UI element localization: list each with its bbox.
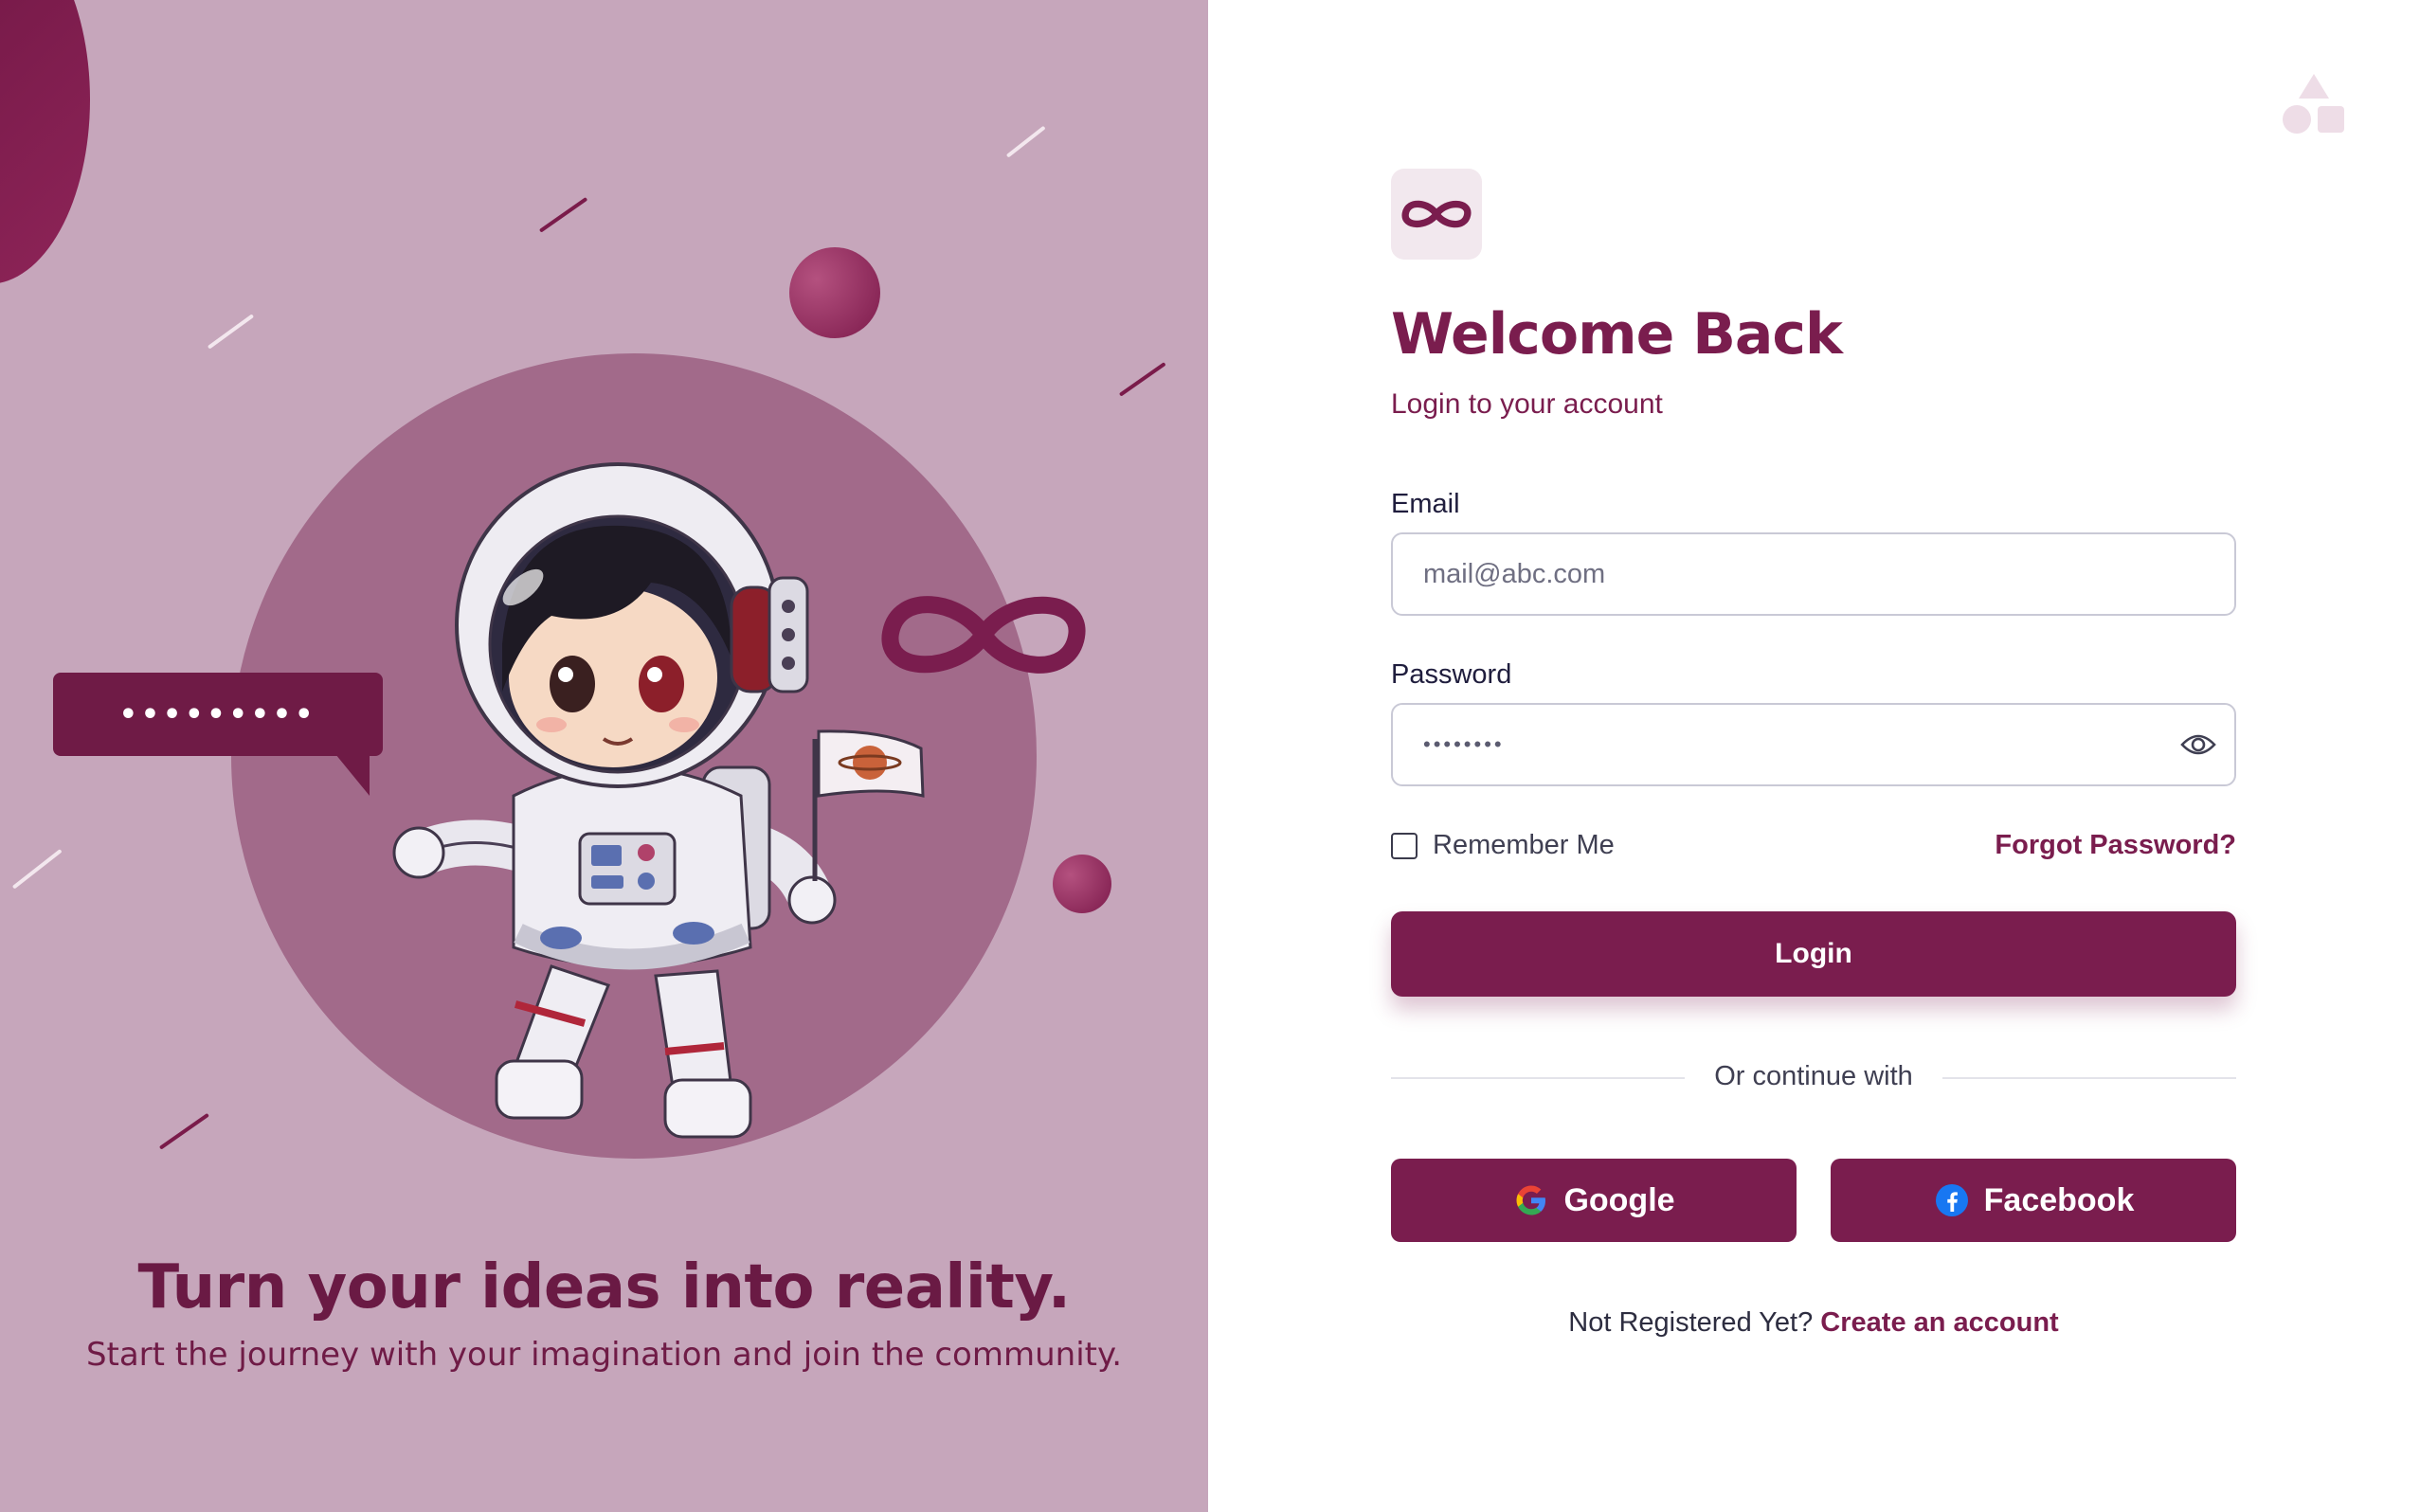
shapes-icon <box>2283 74 2344 134</box>
remember-me[interactable]: Remember Me <box>1391 830 1615 861</box>
facebook-icon <box>1935 1184 1968 1216</box>
register-row: Not Registered Yet? Create an account <box>1391 1307 2236 1339</box>
decor-planet-dot <box>789 247 880 338</box>
remember-checkbox[interactable] <box>1391 832 1418 859</box>
password-field[interactable]: •••••••• <box>1391 703 2236 786</box>
decor-corner-blob <box>0 0 90 284</box>
forgot-password-link[interactable]: Forgot Password? <box>1995 830 2236 861</box>
decor-streak <box>538 196 588 233</box>
hero-panel: ••••••••• Turn your ideas into reality. … <box>0 0 1208 1512</box>
decor-streak <box>11 849 63 890</box>
password-speech-bubble: ••••••••• <box>53 673 383 796</box>
brand-logo <box>1391 169 1482 260</box>
decor-streak <box>1118 362 1166 397</box>
astronaut-illustration <box>392 462 925 1139</box>
decor-streak <box>207 314 255 350</box>
hero-subtitle: Start the journey with your imagination … <box>85 1336 1123 1374</box>
google-icon <box>1516 1185 1546 1215</box>
infinity-icon <box>1401 200 1472 228</box>
login-page: ••••••••• Turn your ideas into reality. … <box>0 0 2420 1512</box>
password-value: •••••••• <box>1423 732 1505 756</box>
login-button[interactable]: Login <box>1391 911 2236 997</box>
divider-line <box>1942 1077 2236 1079</box>
decor-planet-dot <box>1053 855 1111 913</box>
login-button-label: Login <box>1775 938 1852 969</box>
google-button[interactable]: Google <box>1391 1159 1797 1242</box>
facebook-button-label: Facebook <box>1983 1181 2135 1218</box>
facebook-button[interactable]: Facebook <box>1831 1159 2236 1242</box>
google-button-label: Google <box>1563 1181 1675 1218</box>
page-title: Welcome Back <box>1391 301 1843 368</box>
decor-streak <box>158 1112 209 1150</box>
password-label: Password <box>1391 659 1512 690</box>
email-field[interactable]: mail@abc.com <box>1391 532 2236 616</box>
remember-label: Remember Me <box>1433 830 1615 860</box>
create-account-link[interactable]: Create an account <box>1820 1307 2058 1338</box>
decor-streak <box>1005 125 1046 158</box>
hero-title: Turn your ideas into reality. <box>137 1252 1071 1323</box>
email-label: Email <box>1391 489 1460 519</box>
eye-icon[interactable] <box>2179 729 2217 760</box>
bubble-text: ••••••••• <box>118 697 317 731</box>
login-panel: Welcome Back Login to your account Email… <box>1208 0 2420 1512</box>
register-prompt: Not Registered Yet? <box>1568 1307 1814 1338</box>
page-subtitle: Login to your account <box>1391 388 1663 420</box>
social-divider: Or continue with <box>1391 1061 2236 1095</box>
bubble-tail <box>335 754 370 796</box>
email-placeholder: mail@abc.com <box>1423 558 1606 589</box>
